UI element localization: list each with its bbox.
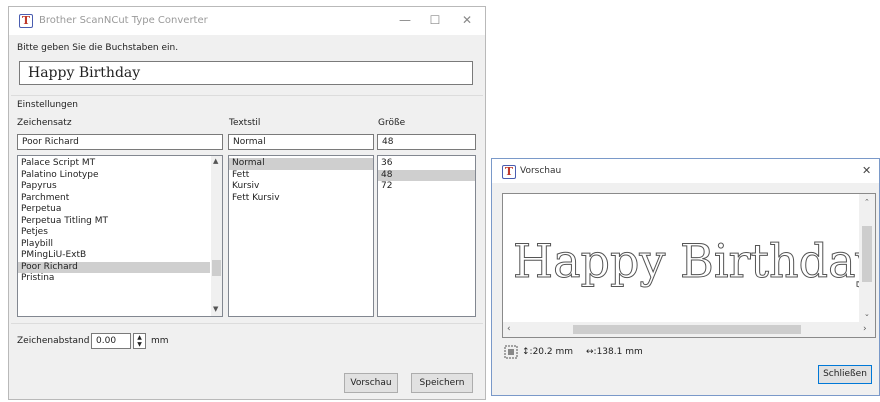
size-list-item[interactable]: 36 [378, 158, 475, 170]
spacing-spinner-icon[interactable]: ▲ ▼ [133, 333, 146, 349]
main-window: T Brother ScanNCut Type Converter — ☐ ✕ … [8, 6, 486, 400]
text-input[interactable]: Happy Birthday [19, 61, 473, 85]
app-logo-icon: T [19, 14, 33, 28]
divider [11, 95, 483, 96]
close-preview-button[interactable]: Schließen [818, 365, 872, 384]
scroll-up-icon[interactable]: ▲ [213, 157, 218, 165]
preview-title-bar[interactable]: T Vorschau ✕ [492, 159, 879, 183]
font-list-item[interactable]: Palatino Linotype [18, 170, 210, 182]
spacing-input[interactable]: 0.00 [91, 333, 131, 349]
spacing-unit: mm [151, 336, 169, 346]
font-list-item[interactable]: Parchment [18, 193, 210, 205]
font-list-item[interactable]: Pristina [18, 273, 210, 285]
minimize-button[interactable]: — [395, 13, 415, 27]
maximize-button[interactable]: ☐ [425, 13, 445, 27]
font-list-scrollbar[interactable]: ▲ ▼ [211, 156, 222, 316]
font-list-items: Palace Script MT Palatino Linotype Papyr… [18, 158, 210, 285]
preview-vertical-thumb[interactable] [862, 226, 872, 282]
style-label: Textstil [229, 118, 261, 128]
main-title-bar[interactable]: T Brother ScanNCut Type Converter — ☐ ✕ [9, 7, 485, 35]
dimensions-icon [504, 345, 518, 359]
font-list-item-selected[interactable]: Poor Richard [18, 261, 210, 273]
font-input[interactable]: Poor Richard [17, 134, 223, 150]
scroll-down-icon[interactable]: ⌄ [864, 310, 870, 318]
style-list-item[interactable]: Fett Kursiv [229, 193, 373, 205]
spacing-label: Zeichenabstand [17, 336, 90, 346]
close-button[interactable]: ✕ [457, 13, 477, 27]
divider [11, 323, 483, 324]
style-list-item[interactable]: Kursiv [229, 181, 373, 193]
style-input[interactable]: Normal [228, 134, 374, 150]
app-logo-icon: T [502, 165, 516, 179]
preview-button[interactable]: Vorschau [344, 373, 398, 393]
preview-vertical-scrollbar[interactable]: ⌃ ⌄ [859, 194, 875, 324]
size-list-item[interactable]: 72 [378, 181, 475, 193]
font-list-item[interactable]: Palace Script MT [18, 158, 210, 170]
font-list-scroll-thumb[interactable] [212, 260, 221, 276]
size-label: Größe [378, 118, 406, 128]
size-list-item-selected[interactable]: 48 [378, 169, 475, 181]
size-input[interactable]: 48 [377, 134, 476, 150]
preview-window: T Vorschau ✕ Happy Birthday ⌃ ⌄ ‹ › ↕:20… [491, 158, 880, 396]
save-button[interactable]: Speichern [411, 373, 473, 393]
preview-window-title: Vorschau [520, 166, 562, 176]
scroll-up-icon[interactable]: ⌃ [864, 198, 870, 206]
font-label: Zeichensatz [17, 118, 72, 128]
style-list[interactable]: Normal Fett Kursiv Fett Kursiv [228, 155, 374, 317]
text-prompt-label: Bitte geben Sie die Buchstaben ein. [17, 43, 179, 53]
scroll-down-icon[interactable]: ▼ [213, 305, 218, 313]
scroll-left-icon[interactable]: ‹ [507, 324, 511, 334]
font-list-item[interactable]: Playbill [18, 239, 210, 251]
font-list-item[interactable]: Perpetua [18, 204, 210, 216]
style-list-item-selected[interactable]: Normal [229, 158, 373, 170]
size-list[interactable]: 36 48 72 [377, 155, 476, 317]
preview-horizontal-scrollbar[interactable]: ‹ › [503, 322, 875, 337]
font-list-item[interactable]: Petjes [18, 227, 210, 239]
preview-close-button[interactable]: ✕ [862, 164, 871, 177]
font-list-item[interactable]: PMingLiU-ExtB [18, 250, 210, 262]
preview-canvas: Happy Birthday ⌃ ⌄ ‹ › [502, 193, 876, 338]
settings-label: Einstellungen [17, 100, 79, 110]
style-list-items: Normal Fett Kursiv Fett Kursiv [229, 158, 373, 204]
style-list-item[interactable]: Fett [229, 170, 373, 182]
size-list-items: 36 48 72 [378, 158, 475, 193]
rendered-preview-text: Happy Birthday [513, 234, 876, 289]
font-list-item[interactable]: Perpetua Titling MT [18, 216, 210, 228]
preview-horizontal-thumb[interactable] [573, 325, 801, 334]
width-readout: ↔:138.1 mm [586, 347, 643, 357]
font-list-item[interactable]: Papyrus [18, 181, 210, 193]
height-readout: ↕:20.2 mm [522, 347, 574, 357]
scroll-right-icon[interactable]: › [863, 324, 867, 334]
main-window-title: Brother ScanNCut Type Converter [39, 15, 208, 26]
font-list[interactable]: Palace Script MT Palatino Linotype Papyr… [17, 155, 223, 317]
